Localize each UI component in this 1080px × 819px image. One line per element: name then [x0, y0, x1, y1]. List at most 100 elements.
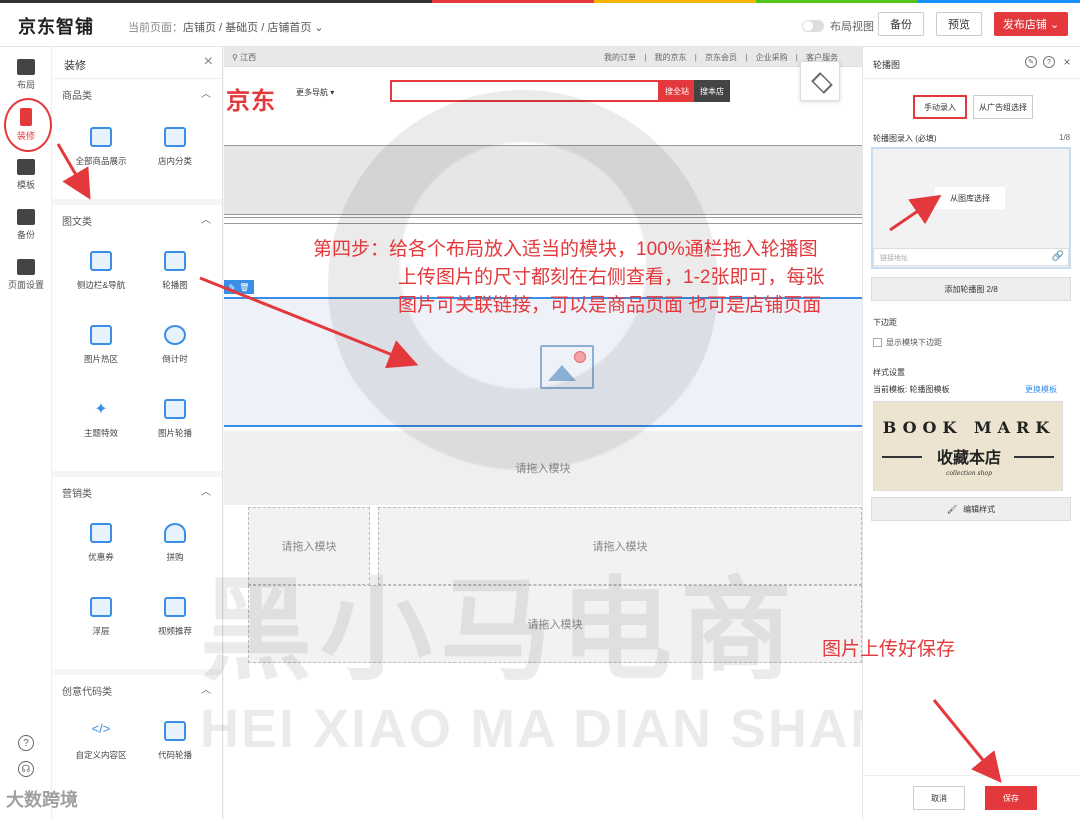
search-all-button[interactable]: 搜全站: [660, 80, 694, 102]
image-icon: [164, 399, 186, 419]
link-icon: 🔗: [1051, 251, 1064, 262]
checkbox[interactable]: [873, 338, 882, 347]
list-icon: [90, 251, 112, 271]
thumb-en-title: BOOK MARK: [882, 418, 1056, 437]
component-sidebar-nav[interactable]: 侧边栏&导航: [64, 251, 138, 291]
thumb-cn-title: 收藏本店: [936, 450, 1001, 467]
preview-button[interactable]: 预览: [936, 12, 982, 36]
breadcrumb-prefix: 当前页面：: [128, 22, 183, 34]
tab-manual-entry[interactable]: 手动录入: [913, 95, 967, 119]
edit-icon[interactable]: ✎: [229, 283, 236, 292]
save-button[interactable]: 保存: [985, 786, 1037, 810]
chevron-up-icon[interactable]: ︿: [201, 483, 211, 498]
drop-zone[interactable]: 请拖入模块: [248, 585, 862, 663]
component-code-carousel[interactable]: 代码轮播: [138, 721, 212, 761]
annotation-step4-line3: 图片可关联链接，可以是商品页面 也可是店铺页面: [398, 295, 822, 316]
component-carousel[interactable]: 轮播图: [138, 251, 212, 291]
layout-view-toggle[interactable]: 布局视图: [802, 18, 874, 34]
component-coupon[interactable]: 优惠券: [64, 523, 138, 563]
section-title: 图文类: [62, 217, 92, 228]
page-settings-icon: [17, 259, 35, 275]
component-theme-effect[interactable]: ✦ 主题特效: [64, 399, 138, 439]
annotation-step4-line2: 上传图片的尺寸都刻在右侧查看，1-2张即可，每张: [398, 267, 825, 288]
support-icon[interactable]: ☊: [18, 761, 34, 777]
thumb-small-text: collection shop: [946, 470, 992, 477]
breadcrumb-path[interactable]: 店铺页 / 基础页 / 店铺首页 ⌄: [183, 22, 324, 34]
section-title: 商品类: [62, 91, 92, 102]
rail-item-backup[interactable]: 备份: [0, 203, 52, 247]
feedback-icon[interactable]: ✎: [1025, 56, 1037, 68]
tshirt-icon: [17, 159, 35, 175]
chevron-up-icon[interactable]: ︿: [201, 681, 211, 696]
component-image-carousel[interactable]: 图片轮播: [138, 399, 212, 439]
image-placeholder-icon: [540, 345, 594, 389]
component-panel: 装修 × 商品类 ︿ 全部商品展示 店内分类 图文类 ︿ 侧边栏&导航 轮播图 …: [52, 47, 223, 819]
rail-item-layout[interactable]: 布局: [0, 53, 52, 97]
layout-view-label: 布局视图: [830, 21, 874, 33]
toggle-switch[interactable]: [802, 20, 824, 32]
annotation-step4-line1: 第四步：给各个布局放入适当的模块，100%通栏拖入轮播图: [313, 239, 818, 260]
chevron-up-icon[interactable]: ︿: [201, 85, 211, 100]
coupon-icon: [90, 523, 112, 543]
edit-style-button[interactable]: 🖌 编辑样式: [871, 497, 1071, 521]
annotation-circle: [4, 98, 52, 152]
play-icon: [164, 597, 186, 617]
backup-button[interactable]: 备份: [878, 12, 924, 36]
show-margin-checkbox[interactable]: 显示模块下边距: [873, 337, 942, 348]
change-template-link[interactable]: 更换模板: [1025, 384, 1057, 395]
rail-label: 备份: [16, 230, 35, 240]
section-title: 创意代码类: [62, 687, 112, 698]
annotation-save-note: 图片上传好保存: [822, 639, 956, 660]
shopping-bag-icon: [90, 127, 112, 147]
tab-ad-group[interactable]: 从广告组选择: [973, 95, 1033, 119]
component-group-buy[interactable]: 拼购: [138, 523, 212, 563]
layers-icon[interactable]: [800, 61, 840, 101]
code-icon: [164, 721, 186, 741]
drop-zone[interactable]: 请拖入模块: [224, 431, 862, 505]
section-graphic: 图文类 ︿ 侧边栏&导航 轮播图 图片热区 倒计时 ✦ 主题特效 图片轮播: [52, 205, 222, 477]
store-top-strip: ⚲ 江西 我的订单 | 我的京东 | 京东会员 | 企业采购 | 客户服务: [224, 47, 862, 67]
carousel-input-label: 轮播图录入 (必填): [873, 134, 937, 143]
style-title: 样式设置: [873, 368, 905, 377]
component-countdown[interactable]: 倒计时: [138, 325, 212, 365]
more-nav[interactable]: 更多导航 ▾: [296, 87, 334, 98]
help-icon[interactable]: ?: [18, 735, 34, 751]
link-url-input[interactable]: 链接地址 🔗: [873, 248, 1069, 266]
component-hotspot[interactable]: 图片热区: [64, 325, 138, 365]
carousel-count: 1/8: [1059, 133, 1071, 142]
store-header-module[interactable]: [224, 145, 862, 215]
drop-zone[interactable]: 请拖入模块: [248, 507, 370, 585]
search-store-button[interactable]: 搜本店: [694, 80, 730, 102]
component-video[interactable]: 视频推荐: [138, 597, 212, 637]
rail-label: 页面设置: [7, 280, 44, 290]
header-bar: 京东智铺 当前页面：店铺页 / 基础页 / 店铺首页 ⌄ 布局视图 备份 预览 …: [0, 3, 1080, 47]
close-icon[interactable]: ×: [1061, 55, 1073, 69]
chevron-up-icon[interactable]: ︿: [201, 211, 211, 226]
trash-icon[interactable]: 🗑: [239, 283, 249, 292]
close-icon[interactable]: ×: [204, 53, 213, 71]
component-custom-content[interactable]: </> 自定义内容区: [64, 721, 138, 761]
search-input[interactable]: [390, 80, 660, 102]
rail-item-page-settings[interactable]: 页面设置: [0, 253, 52, 297]
publish-button[interactable]: 发布店铺 ⌄: [994, 12, 1068, 36]
add-carousel-button[interactable]: 添加轮播图 2/8: [871, 277, 1071, 301]
rail-label: 模板: [16, 180, 35, 190]
help-icon[interactable]: ?: [1043, 56, 1055, 68]
brush-icon: 🖌: [946, 504, 958, 514]
properties-title: 轮播图: [873, 60, 901, 70]
component-store-category[interactable]: 店内分类: [138, 127, 212, 167]
section-title: 营销类: [62, 489, 92, 500]
properties-footer: 取消 保存: [863, 775, 1080, 819]
module-toolbar[interactable]: ✎ 🗑: [224, 280, 254, 294]
template-thumbnail[interactable]: BOOK MARK 收藏本店 collection shop: [873, 401, 1063, 491]
rail-label: 布局: [16, 80, 35, 90]
component-all-goods[interactable]: 全部商品展示: [64, 127, 138, 167]
current-template: 当前模板: 轮播图模板: [873, 385, 950, 394]
component-float-layer[interactable]: 浮层: [64, 597, 138, 637]
jd-logo: 京东: [226, 88, 276, 115]
rail-item-template[interactable]: 模板: [0, 153, 52, 197]
cancel-button[interactable]: 取消: [913, 786, 965, 810]
breadcrumb: 当前页面：店铺页 / 基础页 / 店铺首页 ⌄: [128, 19, 324, 35]
drop-zone[interactable]: 请拖入模块: [378, 507, 862, 585]
pick-from-library-button[interactable]: 从图库选择: [935, 187, 1005, 209]
